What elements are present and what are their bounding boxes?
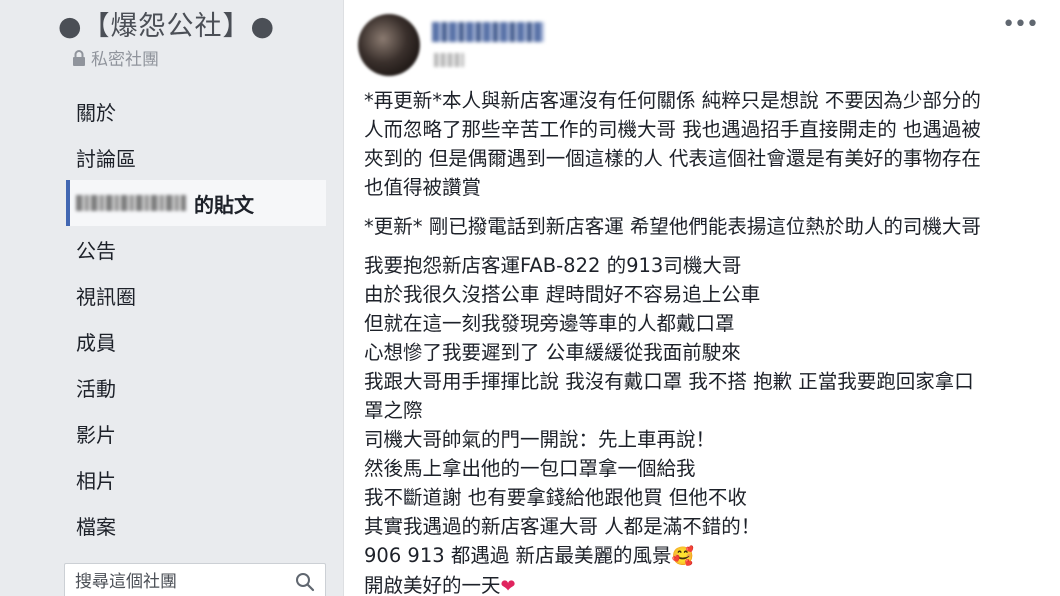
post-update-1: *更新* 剛已撥電話到新店客運 希望他們能表揚這位熱於助人的司機大哥 [364,212,1054,241]
post-line: 夾到的 但是偶爾遇到一個這樣的人 代表這個社會還是有美好的事物存在 [364,147,981,170]
nav-item-label: 影片 [76,422,116,447]
post-line: *再更新*本人與新店客運沒有任何關係 純粹只是想說 不要因為少部分的 [364,89,981,112]
post-card: ••• *再更新*本人與新店客運沒有任何關係 純粹只是想說 不要因為少部分的 人… [343,0,1060,596]
blurred-username [76,195,186,211]
post-line: 開啟美好的一天 [364,574,501,596]
nav-item-user-posts[interactable]: 的貼文 [66,180,326,226]
nav-item-label: 視訊圈 [76,284,136,309]
post-line: 我要抱怨新店客運FAB-822 的913司機大哥 [364,254,742,277]
post-line: 906 913 都遇過 新店最美麗的風景 [364,544,672,567]
nav-item-files[interactable]: 檔案 [66,502,326,548]
more-options-icon[interactable]: ••• [1002,14,1039,36]
privacy-label: 私密社團 [91,50,159,70]
group-sidebar: ●【爆怨公社】● 私密社團 關於 討論區 的貼文 公告 視訊圈 成員 活動 影片… [0,0,343,596]
nav-item-label: 公告 [76,238,116,263]
post-line: 我跟大哥用手揮揮比說 我沒有戴口罩 我不搭 抱歉 正當我要跑回家拿口 [364,370,974,393]
post-story: 我要抱怨新店客運FAB-822 的913司機大哥 由於我很久沒搭公車 趕時間好不… [364,251,1054,596]
post-line: 也值得被讚賞 [364,176,482,199]
nav-item-label: 關於 [76,100,116,125]
nav-item-about[interactable]: 關於 [66,88,326,134]
post-line: 人而忽略了那些辛苦工作的司機大哥 我也遇過招手直接開走的 也遇過被 [364,118,981,141]
post-line: 我不斷道謝 也有要拿錢給他跟他買 但他不收 [364,486,747,509]
post-update-2: *再更新*本人與新店客運沒有任何關係 純粹只是想說 不要因為少部分的 人而忽略了… [364,86,1054,202]
nav-item-discussion[interactable]: 討論區 [66,134,326,180]
group-privacy: 私密社團 [72,45,159,70]
nav-item-videos[interactable]: 影片 [66,410,326,456]
post-line: 由於我很久沒搭公車 趕時間好不容易追上公車 [364,283,761,306]
group-nav: 關於 討論區 的貼文 公告 視訊圈 成員 活動 影片 相片 檔案 [66,88,326,548]
post-author-name[interactable] [432,22,544,42]
post-line-with-emoji: 906 913 都遇過 新店最美麗的風景🥰 [364,541,1054,571]
post-line: *更新* 剛已撥電話到新店客運 希望他們能表揚這位熱於助人的司機大哥 [364,215,981,238]
post-line: 心想慘了我要遲到了 公車緩緩從我面前駛來 [364,341,741,364]
lock-icon [73,49,85,66]
post-line: 司機大哥帥氣的門一開說：先上車再說！ [364,428,716,451]
post-body: *再更新*本人與新店客運沒有任何關係 純粹只是想說 不要因為少部分的 人而忽略了… [364,86,1054,596]
nav-item-events[interactable]: 活動 [66,364,326,410]
nav-item-video-chat[interactable]: 視訊圈 [66,272,326,318]
post-line: 但就在這一刻我發現旁邊等車的人都戴口罩 [364,312,735,335]
post-line: 然後馬上拿出他的一包口罩拿一個給我 [364,457,696,480]
group-title[interactable]: ●【爆怨公社】● [58,4,275,43]
nav-item-members[interactable]: 成員 [66,318,326,364]
group-search [64,563,326,596]
search-icon[interactable] [295,572,315,592]
avatar[interactable] [358,14,420,76]
nav-item-label: 活動 [76,376,116,401]
smiling-face-emoji-icon: 🥰 [671,546,694,567]
post-line: 其實我遇過的新店客運大哥 人都是滿不錯的！ [364,515,761,538]
nav-item-label: 成員 [76,330,116,355]
nav-item-photos[interactable]: 相片 [66,456,326,502]
heart-emoji-icon: ❤ [500,576,516,596]
search-input[interactable] [75,572,295,592]
nav-item-label: 的貼文 [194,192,254,217]
post-line-with-emoji: 開啟美好的一天❤ [364,571,1054,596]
nav-item-label: 相片 [76,468,116,493]
post-timestamp[interactable] [434,53,464,67]
nav-item-announcements[interactable]: 公告 [66,226,326,272]
nav-item-label: 討論區 [76,146,136,171]
post-line: 罩之際 [364,399,423,422]
nav-item-label: 檔案 [76,514,116,539]
